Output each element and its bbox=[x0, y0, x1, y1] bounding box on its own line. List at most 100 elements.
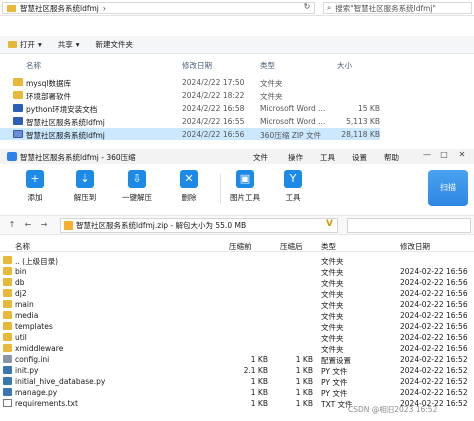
maximize-icon[interactable]: □ bbox=[437, 150, 451, 162]
zip-row[interactable]: .. (上级目录) 文件夹 bbox=[0, 255, 474, 266]
close-icon[interactable]: ✕ bbox=[455, 150, 469, 162]
folder-icon bbox=[3, 278, 12, 286]
open-button[interactable]: 打开 ▾ bbox=[4, 38, 46, 51]
zip-row[interactable]: util 文件夹 2024-02-22 16:56 bbox=[0, 332, 474, 343]
folder-icon bbox=[3, 267, 12, 275]
forward-arrow-icon[interactable]: → bbox=[38, 220, 50, 232]
delete-button[interactable]: ✕ 删除 bbox=[166, 170, 212, 203]
folder-icon bbox=[13, 78, 23, 86]
folder-icon bbox=[3, 289, 12, 297]
zip-row[interactable]: main 文件夹 2024-02-22 16:56 bbox=[0, 299, 474, 310]
share-button[interactable]: 共享 ▾ bbox=[54, 38, 84, 51]
tools-button[interactable]: Y 工具 bbox=[270, 170, 316, 203]
column-modified[interactable]: 修改日期 bbox=[400, 241, 430, 252]
zip-row[interactable]: bin 文件夹 2024-02-22 16:56 bbox=[0, 266, 474, 277]
config-file-icon bbox=[3, 355, 12, 363]
zip-address-bar: ↑ ← → 智慧社区服务系统ldfmj.zip - 解包大小为 55.0 MB … bbox=[0, 215, 474, 235]
ribbon-divider bbox=[220, 174, 221, 204]
add-icon: + bbox=[26, 170, 44, 188]
column-ratio[interactable]: 压缩后 bbox=[280, 241, 303, 252]
zip-ribbon: + 添加 ⇣ 解压到 ⇩ 一键解压 ✕ 删除 ▣ 图片工具 Y 工具 扫描 bbox=[0, 164, 474, 212]
search-placeholder: 搜索"智慧社区服务系统ldfmj" bbox=[335, 3, 436, 13]
quick-extract-button[interactable]: ⇩ 一键解压 bbox=[114, 170, 160, 203]
folder-icon bbox=[3, 256, 12, 264]
minimize-icon[interactable]: — bbox=[420, 150, 434, 162]
add-button[interactable]: + 添加 bbox=[12, 170, 58, 203]
zip-row[interactable]: manage.py 1 KB 1 KB PY 文件 2024-02-22 16:52 bbox=[0, 387, 474, 398]
column-type[interactable]: 类型 bbox=[321, 241, 336, 252]
zip-column-headers: 名称 压缩前 压缩后 类型 修改日期 bbox=[0, 240, 474, 252]
column-name[interactable]: 名称 bbox=[26, 60, 41, 71]
zip-row[interactable]: dj2 文件夹 2024-02-22 16:56 bbox=[0, 288, 474, 299]
folder-icon bbox=[3, 311, 12, 319]
chevron-down-icon: ▾ bbox=[75, 40, 80, 49]
column-name[interactable]: 名称 bbox=[15, 241, 30, 252]
explorer-toolbar: 打开 ▾ 共享 ▾ 新建文件夹 bbox=[0, 36, 474, 54]
python-file-icon bbox=[3, 366, 12, 374]
python-file-icon bbox=[3, 388, 12, 396]
new-folder-button[interactable]: 新建文件夹 bbox=[92, 38, 138, 51]
breadcrumb[interactable]: 智慧社区服务系统ldfmj bbox=[20, 3, 99, 14]
explorer-search-input[interactable]: ⌕ 搜索"智慧社区服务系统ldfmj" bbox=[323, 2, 472, 14]
explorer-address-bar: 智慧社区服务系统ldfmj › ↻ ⌕ 搜索"智慧社区服务系统ldfmj" bbox=[0, 0, 474, 16]
zip-row[interactable]: db 文件夹 2024-02-22 16:56 bbox=[0, 277, 474, 288]
menu-file[interactable]: 文件 bbox=[253, 152, 268, 163]
column-type[interactable]: 类型 bbox=[260, 60, 275, 71]
folder-icon bbox=[3, 322, 12, 330]
tools-icon: Y bbox=[284, 170, 302, 188]
image-icon: ▣ bbox=[236, 170, 254, 188]
folder-icon bbox=[7, 4, 16, 12]
window-title: 智慧社区服务系统ldfmj - 360压缩 bbox=[20, 153, 136, 162]
chevron-right-icon[interactable]: › bbox=[103, 4, 106, 13]
folder-icon bbox=[13, 91, 23, 99]
zip-path-box[interactable]: 智慧社区服务系统ldfmj.zip - 解包大小为 55.0 MB V bbox=[60, 218, 338, 233]
file-row[interactable]: mysql数据库 2024/2/22 17:50 文件夹 bbox=[0, 76, 380, 88]
python-file-icon bbox=[3, 377, 12, 385]
search-icon: ⌕ bbox=[327, 3, 332, 12]
menu-settings[interactable]: 设置 bbox=[352, 152, 367, 163]
column-packed[interactable]: 压缩前 bbox=[229, 241, 252, 252]
folder-icon bbox=[3, 333, 12, 341]
zip-row[interactable]: media 文件夹 2024-02-22 16:56 bbox=[0, 310, 474, 321]
zip-row[interactable]: xmiddleware 文件夹 2024-02-22 16:56 bbox=[0, 343, 474, 354]
word-document-icon bbox=[13, 104, 23, 112]
text-file-icon bbox=[3, 399, 12, 407]
chevron-down-icon[interactable]: V bbox=[326, 219, 333, 229]
open-icon bbox=[8, 41, 17, 48]
up-arrow-icon[interactable]: ↑ bbox=[6, 220, 18, 232]
menu-help[interactable]: 帮助 bbox=[384, 152, 399, 163]
zip-row[interactable]: initial_hive_database.py 1 KB 1 KB PY 文件 202… bbox=[0, 376, 474, 387]
delete-icon: ✕ bbox=[180, 170, 198, 188]
extract-to-button[interactable]: ⇣ 解压到 bbox=[62, 170, 108, 203]
zip-title-bar: 智慧社区服务系统ldfmj - 360压缩 文件 操作 工具 设置 帮助 — □… bbox=[0, 149, 474, 164]
column-date[interactable]: 修改日期 bbox=[182, 60, 212, 71]
folder-icon bbox=[3, 344, 12, 352]
extract-icon: ⇣ bbox=[76, 170, 94, 188]
folder-icon bbox=[3, 300, 12, 308]
back-arrow-icon[interactable]: ← bbox=[22, 220, 34, 232]
zip-archive-icon bbox=[13, 130, 23, 138]
watermark: CSDN @相旧2023 16:52 bbox=[348, 405, 438, 414]
zip-search-input[interactable] bbox=[347, 218, 471, 233]
menu-tools[interactable]: 工具 bbox=[320, 152, 335, 163]
explorer-path-box[interactable]: 智慧社区服务系统ldfmj › bbox=[2, 2, 315, 14]
360-logo-icon bbox=[7, 152, 17, 161]
file-row[interactable]: python环境安装文档 2024/2/22 16:58 Microsoft W… bbox=[0, 102, 380, 114]
chevron-down-icon: ▾ bbox=[38, 40, 42, 49]
image-tools-button[interactable]: ▣ 图片工具 bbox=[222, 170, 268, 203]
column-size[interactable]: 大小 bbox=[337, 60, 352, 71]
menu-operation[interactable]: 操作 bbox=[288, 152, 303, 163]
zip-row[interactable]: config.ini 1 KB 1 KB 配置设置 2024-02-22 16:52 bbox=[0, 354, 474, 365]
zip-icon bbox=[64, 221, 73, 230]
file-row-selected[interactable]: 智慧社区服务系统ldfmj 2024/2/22 16:56 360压缩 ZIP … bbox=[0, 128, 380, 140]
file-row[interactable]: 环境部署软件 2024/2/22 18:22 文件夹 bbox=[0, 89, 380, 101]
zip-row[interactable]: templates 文件夹 2024-02-22 16:56 bbox=[0, 321, 474, 332]
quick-extract-icon: ⇩ bbox=[128, 170, 146, 188]
zip-row[interactable]: init.py 2.1 KB 1 KB PY 文件 2024-02-22 16:52 bbox=[0, 365, 474, 376]
zip-path-text: 智慧社区服务系统ldfmj.zip - 解包大小为 55.0 MB bbox=[76, 221, 247, 230]
file-row[interactable]: 智慧社区服务系统ldfmj 2024/2/22 16:55 Microsoft … bbox=[0, 115, 380, 127]
refresh-icon[interactable]: ↻ bbox=[300, 2, 314, 14]
explorer-column-headers: 名称 修改日期 类型 大小 bbox=[0, 58, 474, 72]
scan-button[interactable]: 扫描 bbox=[428, 170, 468, 206]
word-document-icon bbox=[13, 117, 23, 125]
